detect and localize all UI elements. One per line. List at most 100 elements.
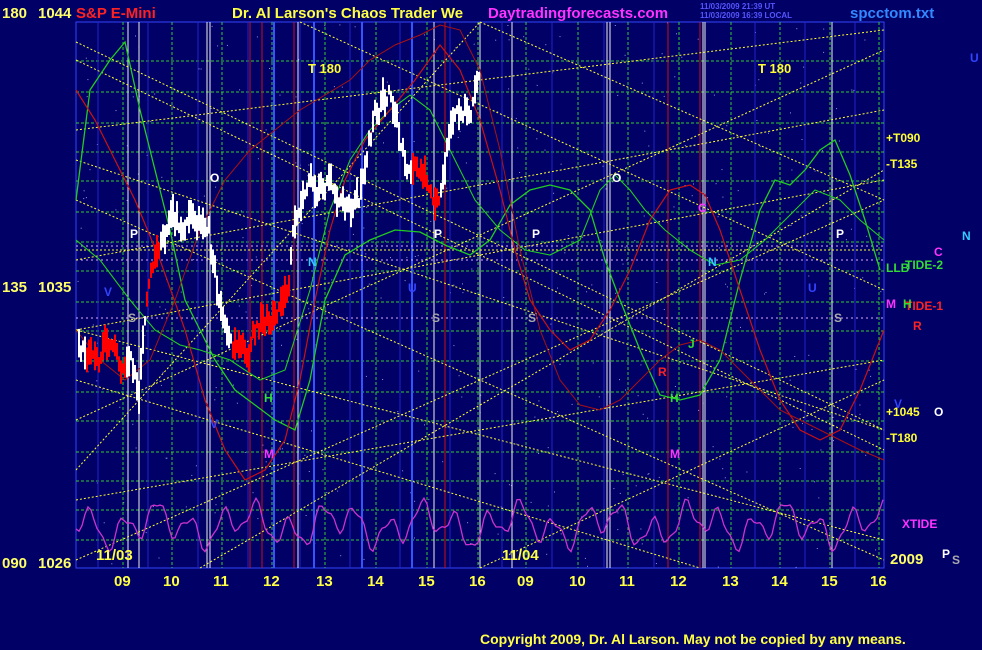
- price-bar: [164, 225, 166, 255]
- price-bar: [260, 302, 262, 333]
- price-bar: [318, 173, 320, 201]
- star: [304, 454, 306, 456]
- star: [77, 280, 79, 282]
- star: [365, 253, 367, 255]
- star: [663, 95, 665, 97]
- star: [193, 259, 195, 261]
- marker-v: V: [210, 417, 219, 431]
- price-bar: [464, 93, 466, 117]
- star: [866, 235, 868, 237]
- star: [467, 522, 469, 524]
- star: [726, 125, 728, 127]
- price-bar: [218, 293, 220, 309]
- price-bar: [348, 194, 350, 213]
- star: [102, 388, 104, 390]
- star: [693, 183, 694, 185]
- star: [584, 557, 586, 559]
- price-bar: [176, 201, 178, 231]
- price-bar: [214, 255, 216, 278]
- star: [252, 279, 254, 281]
- price-bar: [344, 197, 346, 221]
- star: [808, 275, 810, 277]
- star: [758, 79, 760, 81]
- price-bar: [246, 348, 248, 368]
- star: [515, 117, 517, 119]
- star: [818, 497, 820, 499]
- star: [737, 190, 739, 192]
- star: [305, 515, 307, 516]
- star: [765, 292, 767, 293]
- price-bar: [178, 222, 180, 234]
- price-bar: [426, 174, 428, 192]
- price-bar: [108, 338, 110, 357]
- price-bar: [104, 324, 106, 353]
- star: [600, 239, 602, 241]
- star: [648, 145, 650, 147]
- price-bar: [170, 200, 172, 228]
- star: [553, 192, 555, 194]
- star: [135, 447, 137, 449]
- star: [865, 454, 867, 456]
- star: [368, 283, 370, 285]
- star: [715, 183, 717, 185]
- price-bar: [138, 380, 140, 414]
- date-label-1: 11/03: [96, 547, 133, 564]
- star: [853, 89, 855, 91]
- price-bar: [362, 168, 364, 185]
- price-bar: [100, 351, 102, 364]
- price-bar: [410, 160, 412, 184]
- star: [571, 403, 573, 405]
- star: [726, 286, 728, 288]
- star: [414, 256, 416, 257]
- star: [308, 471, 310, 472]
- price-bar: [206, 226, 208, 237]
- star: [132, 96, 134, 98]
- star: [756, 120, 758, 121]
- x-tick-label: 12: [670, 573, 687, 590]
- price-bar: [174, 211, 176, 237]
- price-bar: [226, 317, 228, 346]
- y-angle-bottom: 090: [2, 555, 28, 572]
- price-bar: [452, 107, 454, 135]
- price-bar: [212, 249, 214, 274]
- marker-h: H: [264, 391, 273, 405]
- star: [759, 145, 761, 147]
- star: [211, 25, 213, 27]
- x-tick-label: 11: [619, 573, 635, 590]
- star: [198, 68, 200, 70]
- star: [800, 215, 802, 217]
- star: [550, 323, 552, 325]
- price-bar: [270, 315, 272, 335]
- x-tick-label: 12: [263, 573, 280, 590]
- price-bar: [162, 224, 164, 248]
- price-bar: [360, 168, 362, 200]
- price-bar: [94, 341, 96, 371]
- star: [240, 210, 242, 212]
- price-bar: [324, 182, 326, 201]
- star: [386, 81, 388, 83]
- price-bar: [334, 183, 336, 204]
- star: [586, 291, 588, 293]
- star: [536, 138, 538, 140]
- star: [423, 34, 425, 36]
- price-bar: [294, 205, 296, 239]
- price-bar: [118, 356, 120, 372]
- star: [803, 66, 805, 68]
- price-bar: [330, 163, 332, 191]
- star: [215, 387, 217, 389]
- star: [380, 297, 382, 299]
- star: [165, 457, 167, 459]
- star: [495, 39, 497, 41]
- price-bar: [210, 244, 212, 265]
- star: [431, 247, 432, 249]
- price-bar: [328, 164, 330, 191]
- star: [86, 96, 88, 98]
- price-bar: [380, 90, 382, 113]
- marker-j: J: [688, 337, 695, 351]
- price-bar: [326, 175, 328, 187]
- star: [880, 291, 882, 293]
- star: [195, 465, 197, 467]
- website-label: Daytradingforecasts.com: [488, 5, 669, 22]
- star: [191, 474, 193, 476]
- price-bar: [416, 156, 418, 177]
